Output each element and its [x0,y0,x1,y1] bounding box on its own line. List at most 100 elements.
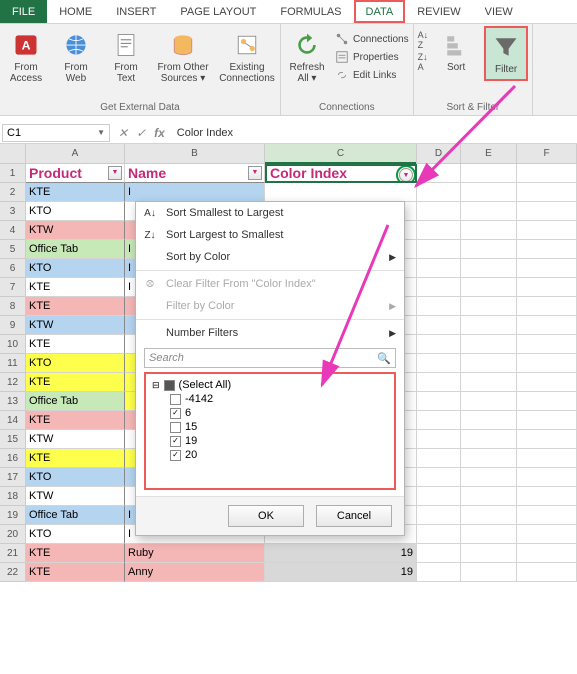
row-header[interactable]: 10 [0,335,26,354]
cell[interactable]: I [125,183,265,202]
cell[interactable]: KTE [26,297,125,316]
select-all-checkbox[interactable]: ⊟(Select All) [152,378,388,392]
cell[interactable] [461,202,517,221]
header-cell-name[interactable]: Name▼ [125,164,265,183]
tab-insert[interactable]: INSERT [104,0,168,23]
cell[interactable] [517,183,577,202]
cell[interactable]: KTO [26,202,125,221]
cell[interactable] [417,240,461,259]
row-header[interactable]: 12 [0,373,26,392]
cell[interactable] [417,221,461,240]
cell[interactable] [417,525,461,544]
cell[interactable] [417,202,461,221]
cell[interactable] [461,544,517,563]
cell[interactable]: KTE [26,335,125,354]
from-text-button[interactable]: From Text [104,26,148,84]
from-web-button[interactable]: From Web [54,26,98,84]
filter-value-checkbox[interactable]: 15 [152,420,388,434]
name-box[interactable]: C1▼ [2,124,110,142]
cell[interactable]: Office Tab [26,392,125,411]
cell[interactable]: KTE [26,278,125,297]
cell[interactable] [517,354,577,373]
cell[interactable]: Office Tab [26,240,125,259]
sort-button[interactable]: Sort [434,26,478,73]
filter-value-checkbox[interactable]: -4142 [152,392,388,406]
cell[interactable] [417,449,461,468]
cell[interactable] [517,335,577,354]
cell[interactable]: KTW [26,430,125,449]
confirm-formula-icon[interactable]: ✓ [136,126,146,140]
filter-button[interactable]: Filter [484,26,528,81]
row-header[interactable]: 19 [0,506,26,525]
cell[interactable] [517,278,577,297]
cell[interactable] [461,335,517,354]
cell[interactable] [417,430,461,449]
filter-search-input[interactable]: Search🔍 [144,348,396,368]
cell[interactable]: KTO [26,259,125,278]
filter-value-checkbox[interactable]: 20 [152,448,388,462]
fx-icon[interactable]: fx [154,126,165,140]
cell[interactable] [517,449,577,468]
properties-button[interactable]: Properties [335,50,409,64]
row-header[interactable]: 16 [0,449,26,468]
cell[interactable] [517,544,577,563]
cell[interactable] [461,563,517,582]
ok-button[interactable]: OK [228,505,304,527]
chevron-down-icon[interactable]: ▼ [97,128,105,137]
cell[interactable]: KTE [26,563,125,582]
cell[interactable] [417,392,461,411]
cell[interactable] [461,221,517,240]
row-header[interactable]: 3 [0,202,26,221]
cell[interactable]: KTE [26,373,125,392]
cell[interactable] [517,506,577,525]
cell[interactable] [417,278,461,297]
row-header[interactable]: 14 [0,411,26,430]
row-header[interactable]: 15 [0,430,26,449]
existing-connections-button[interactable]: Existing Connections [218,26,276,84]
from-access-button[interactable]: A From Access [4,26,48,84]
cell[interactable]: KTW [26,316,125,335]
cell[interactable] [517,297,577,316]
cell[interactable] [461,240,517,259]
cell[interactable] [417,335,461,354]
sort-asc-item[interactable]: A↓Sort Smallest to Largest [136,202,404,224]
cell[interactable] [517,392,577,411]
cell[interactable]: 19 [265,563,417,582]
cell[interactable]: KTW [26,487,125,506]
select-all-corner[interactable] [0,144,26,164]
cell[interactable] [517,164,577,183]
cell[interactable] [461,164,517,183]
row-header[interactable]: 9 [0,316,26,335]
cell[interactable] [417,506,461,525]
cell[interactable]: Anny [125,563,265,582]
sort-desc-item[interactable]: Z↓Sort Largest to Smallest [136,224,404,246]
cell[interactable] [517,259,577,278]
tab-data[interactable]: DATA [354,0,406,23]
cell[interactable] [461,430,517,449]
cell[interactable] [417,411,461,430]
cell[interactable] [461,183,517,202]
tab-home[interactable]: HOME [47,0,104,23]
from-other-button[interactable]: From Other Sources ▾ [154,26,212,84]
cell[interactable] [461,297,517,316]
header-cell-product[interactable]: Product▼ [26,164,125,183]
filter-arrow-icon[interactable]: ▼ [399,168,413,182]
sort-by-color-item[interactable]: Sort by Color▶ [136,246,404,268]
cell[interactable]: KTE [26,411,125,430]
row-header[interactable]: 18 [0,487,26,506]
sort-asc-small[interactable]: A↓Z [418,30,429,50]
cell[interactable] [461,316,517,335]
cell[interactable] [517,202,577,221]
cell[interactable] [417,297,461,316]
cell[interactable] [517,411,577,430]
row-header[interactable]: 8 [0,297,26,316]
cell[interactable] [461,392,517,411]
filter-arrow-icon[interactable]: ▼ [248,166,262,180]
cell[interactable] [265,183,417,202]
cell[interactable]: Office Tab [26,506,125,525]
row-header[interactable]: 1 [0,164,26,183]
tab-page-layout[interactable]: PAGE LAYOUT [168,0,268,23]
row-header[interactable]: 22 [0,563,26,582]
cell[interactable] [461,373,517,392]
col-header-d[interactable]: D [417,144,461,164]
